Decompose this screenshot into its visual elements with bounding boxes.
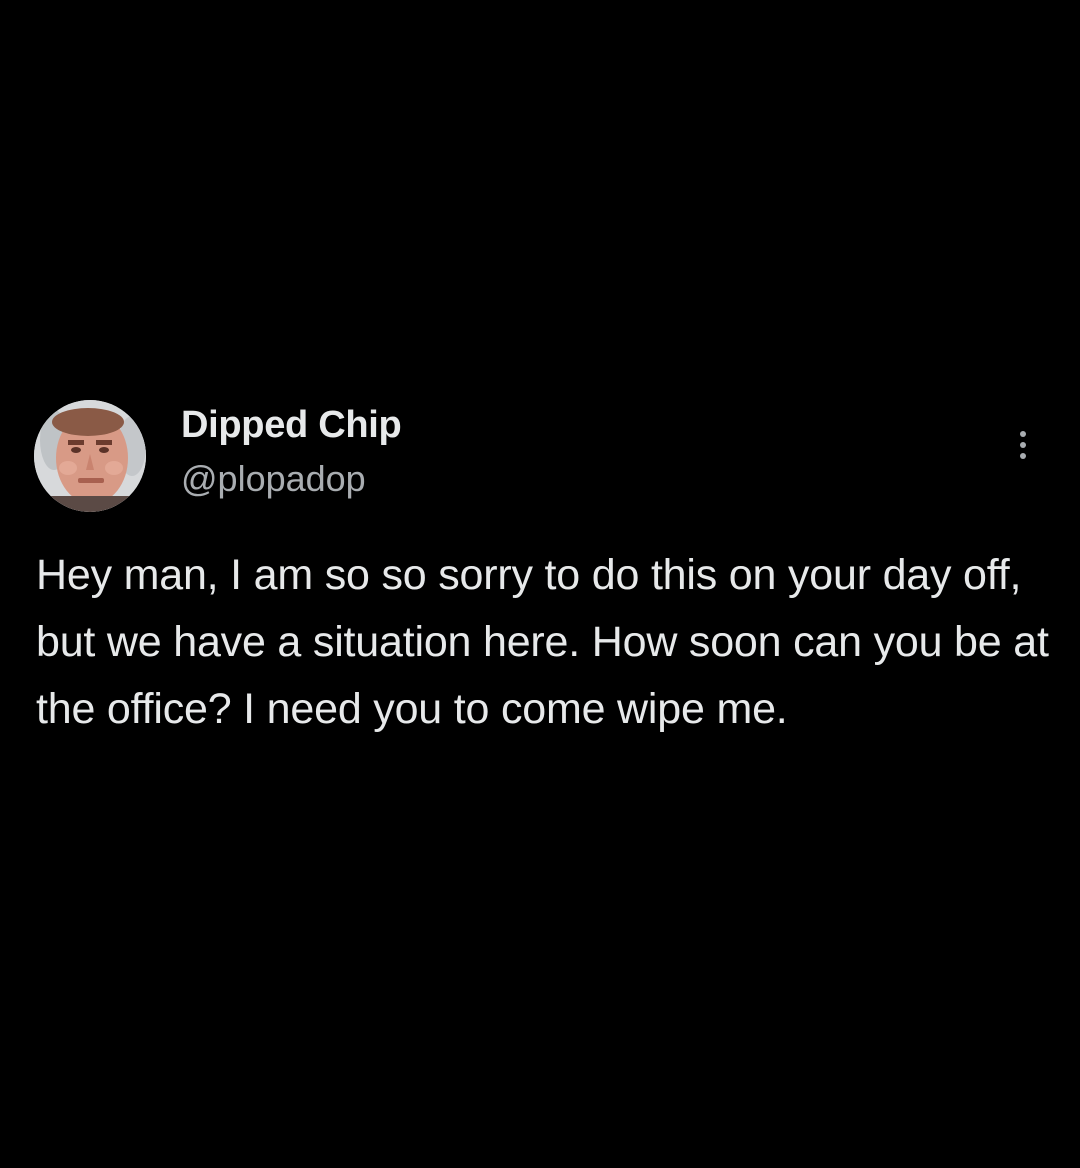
display-name[interactable]: Dipped Chip: [181, 404, 402, 447]
more-vertical-icon-dot: [1020, 453, 1026, 459]
user-handle[interactable]: @plopadop: [181, 458, 366, 500]
more-options-button[interactable]: [1006, 422, 1040, 468]
tweet-card: Dipped Chip @plopadop Hey man, I am so s…: [0, 0, 1080, 1168]
avatar-face-image: [34, 400, 146, 512]
tweet-text: Hey man, I am so so sorry to do this on …: [36, 551, 1049, 733]
more-vertical-icon-dot: [1020, 442, 1026, 448]
avatar[interactable]: [34, 400, 146, 512]
more-vertical-icon: [1020, 431, 1026, 437]
